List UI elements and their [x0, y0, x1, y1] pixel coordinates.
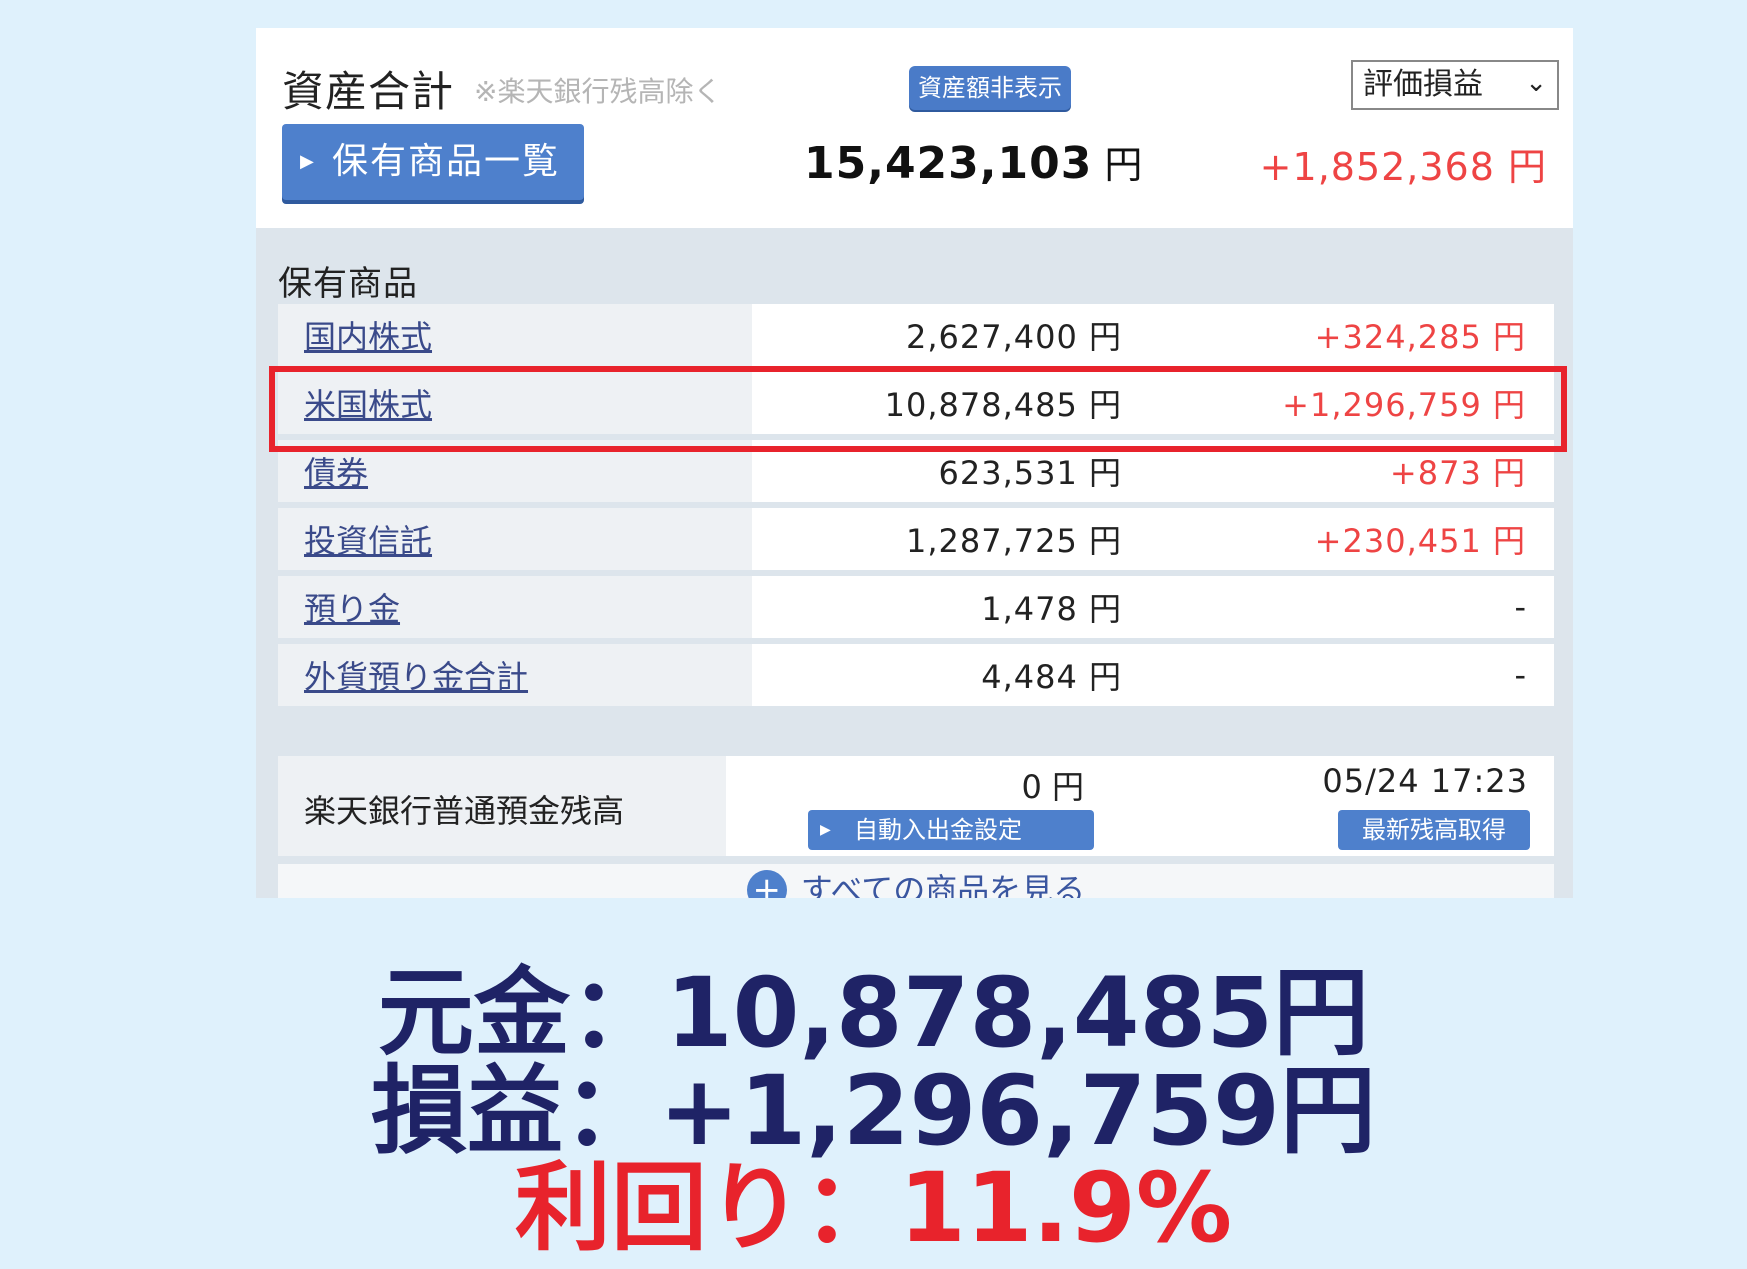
- bank-balance-row: 楽天銀行普通預金残高 0 円 ▶ 自動入出金設定 05/24 17:23 最新残…: [278, 756, 1554, 856]
- bank-balance-value: 0 円: [1021, 768, 1084, 806]
- hide-amount-button[interactable]: 資産額非表示: [909, 66, 1071, 110]
- see-all-products-label: すべての商品を見る: [800, 871, 1086, 898]
- refresh-balance-button[interactable]: 最新残高取得: [1338, 810, 1530, 850]
- holding-gain: +324,285 円: [1136, 304, 1554, 366]
- auto-transfer-label: 自動入出金設定: [854, 816, 1022, 844]
- asset-summary-header: 資産合計 ※楽天銀行残高除く 資産額非表示 評価損益 ⌄ ▶ 保有商品一覧 15…: [256, 28, 1573, 228]
- total-assets: 15,423,103 円: [804, 134, 1143, 189]
- table-row: 預り金 1,478 円 -: [278, 576, 1554, 638]
- holding-link-domestic-stock[interactable]: 国内株式: [304, 318, 432, 356]
- holding-gain: -: [1136, 576, 1554, 638]
- table-row: 外貨預り金合計 4,484 円 -: [278, 644, 1554, 706]
- holding-gain: -: [1136, 644, 1554, 706]
- holding-link-mutual-funds[interactable]: 投資信託: [304, 522, 432, 560]
- asset-total-note: ※楽天銀行残高除く: [474, 75, 722, 108]
- holding-value: 2,627,400 円: [752, 304, 1136, 366]
- holding-value: 1,287,725 円: [752, 508, 1136, 570]
- triangle-right-icon: ▶: [820, 822, 831, 838]
- table-row: 投資信託 1,287,725 円 +230,451 円: [278, 508, 1554, 570]
- table-row: 国内株式 2,627,400 円 +324,285 円: [278, 304, 1554, 366]
- total-assets-value: 15,423,103: [804, 138, 1093, 189]
- holding-link-bonds[interactable]: 債券: [304, 454, 368, 492]
- plus-circle-icon: +: [746, 870, 787, 898]
- holding-value: 1,478 円: [752, 576, 1136, 638]
- triangle-right-icon: ▶: [300, 151, 314, 172]
- bank-balance-timestamp: 05/24 17:23: [1322, 762, 1528, 800]
- chevron-down-icon: ⌄: [1525, 68, 1547, 98]
- holding-link-deposits[interactable]: 預り金: [304, 590, 400, 628]
- display-mode-select[interactable]: 評価損益 ⌄: [1351, 60, 1559, 110]
- holdings-list-button[interactable]: ▶ 保有商品一覧: [282, 124, 584, 200]
- asset-total-title: 資産合計: [282, 67, 455, 116]
- holding-link-foreign-deposits[interactable]: 外貨預り金合計: [304, 658, 528, 696]
- total-gain: +1,852,368 円: [1259, 145, 1547, 189]
- highlight-box-us-stock: [269, 366, 1567, 452]
- holding-value: 4,484 円: [752, 644, 1136, 706]
- auto-transfer-settings-button[interactable]: ▶ 自動入出金設定: [808, 810, 1094, 850]
- bank-balance-label: 楽天銀行普通預金残高: [304, 792, 625, 830]
- holdings-table: 国内株式 2,627,400 円 +324,285 円 米国株式 10,878,…: [278, 298, 1554, 712]
- summary-yield: 利回り：11.9%: [514, 1152, 1233, 1264]
- display-mode-value: 評価損益: [1363, 67, 1483, 102]
- holdings-section: 保有商品 国内株式 2,627,400 円 +324,285 円 米国株式 10…: [256, 228, 1573, 898]
- holding-gain: +230,451 円: [1136, 508, 1554, 570]
- asset-panel: 資産合計 ※楽天銀行残高除く 資産額非表示 評価損益 ⌄ ▶ 保有商品一覧 15…: [256, 28, 1573, 898]
- holdings-list-label: 保有商品一覧: [332, 141, 561, 182]
- total-assets-unit: 円: [1104, 143, 1144, 187]
- see-all-products-button[interactable]: + すべての商品を見る: [278, 864, 1554, 898]
